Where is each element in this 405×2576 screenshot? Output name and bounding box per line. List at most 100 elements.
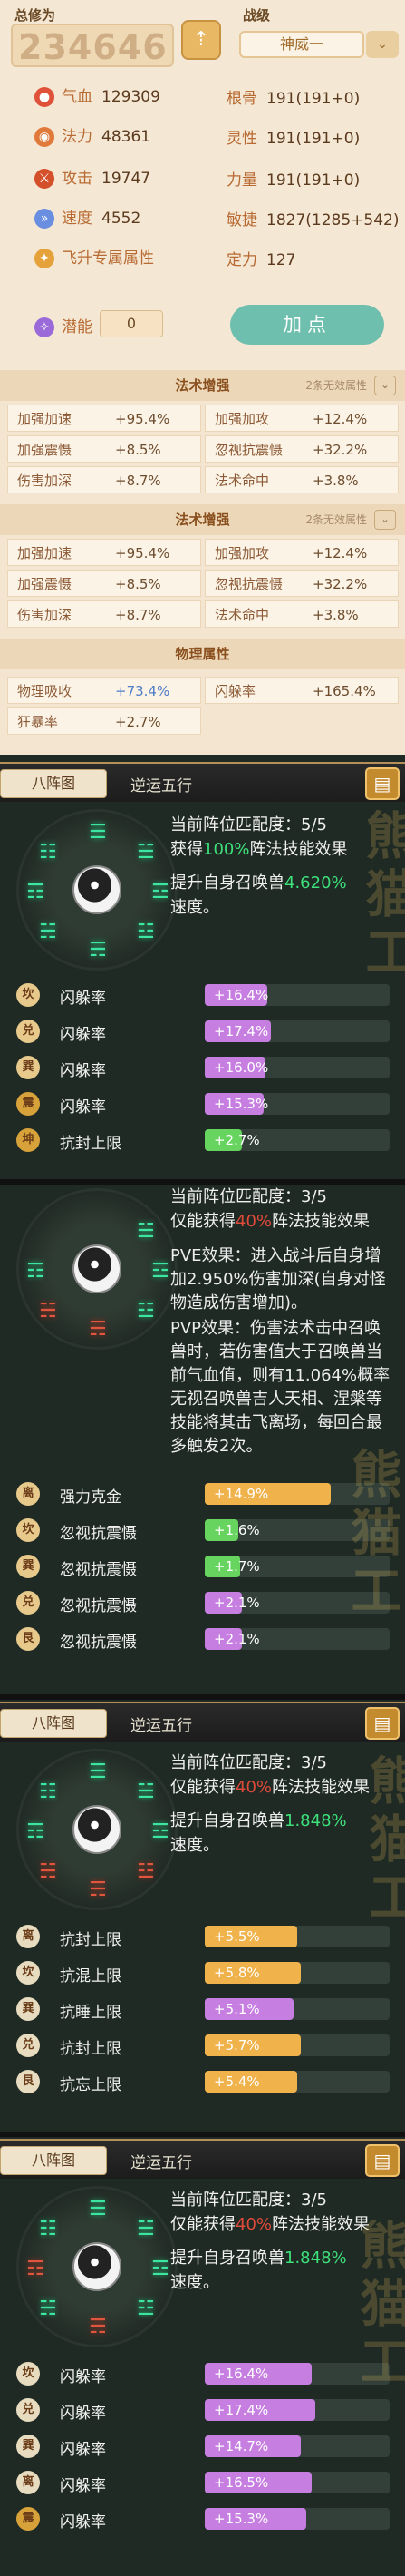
stat-speed: » 速度 4552 — [34, 205, 140, 229]
page: 总修为 234646 ⇡ 战级 神威一 ⌄ ● 气血 129309 根骨 191(19… — [0, 0, 405, 2576]
trigram-icon: ☲ — [151, 1260, 169, 1283]
progress-fill: +5.7% — [205, 2034, 302, 2056]
attribute-label: 强力克金 — [60, 1488, 121, 1507]
cell-key: 加强加速 — [17, 545, 72, 561]
trigram-badge: 艮 — [16, 2070, 40, 2093]
chevron-down-icon[interactable]: ⌄ — [366, 31, 399, 58]
attribute-label: 抗混上限 — [60, 1967, 121, 1986]
formation-section-2: ☱ ☲ ☳ ☴ ☵ ☶ 当前阵位匹配度：3/5 仅能获得40%阵法技能效果 PV… — [0, 1185, 405, 1694]
table-header: 物理属性 — [0, 639, 405, 669]
trigram-badge: 巽 — [16, 1555, 40, 1578]
cell-key: 物理吸收 — [17, 683, 72, 699]
arrow-up-icon[interactable]: ⇡ — [181, 20, 221, 60]
progress-bar: +17.4% — [205, 2399, 390, 2421]
formation-dial: ☰ ☱ ☲ ☳ ☴ ☵ ☶ ☷ — [16, 809, 178, 971]
table-header: 法术增强 2条无效属性 ⌄ — [0, 504, 405, 535]
attribute-label: 闪躲率 — [60, 1098, 106, 1117]
progress-bar: +17.4% — [205, 1020, 390, 1042]
book-icon[interactable]: ▤ — [365, 1707, 400, 1740]
cell-key: 狂暴率 — [17, 714, 59, 730]
tab-eight-array[interactable]: 八阵图 — [0, 769, 107, 798]
spell-table-2: 法术增强 2条无效属性 ⌄ 加强加速 +95.4% 加强加攻 +12.4% 加强震慑 +8… — [0, 504, 405, 639]
cell-value: +73.4% — [115, 683, 170, 699]
stat-blood: ● 气血 129309 — [34, 83, 160, 107]
trigram-icon: ☶ — [26, 1260, 44, 1283]
progress-bar: +16.4% — [205, 984, 390, 1006]
tab-eight-array[interactable]: 八阵图 — [0, 2146, 107, 2175]
table-header: 法术增强 2条无效属性 ⌄ — [0, 370, 405, 401]
progress-bar: +5.8% — [205, 1962, 390, 1984]
attribute-label: 忽视抗震慑 — [60, 1561, 137, 1579]
physical-table: 物理属性 物理吸收 +73.4% 闪躲率 +165.4% 狂暴率 +2.7% — [0, 639, 405, 755]
chevron-down-icon[interactable]: ⌄ — [374, 376, 396, 395]
list-item: 兑 抗封上限 +5.7% — [16, 2032, 397, 2059]
cell-key: 法术命中 — [215, 473, 270, 489]
progress-fill: +14.7% — [205, 2435, 302, 2457]
cell-key: 忽视抗震慑 — [215, 576, 284, 592]
cell-value: +3.8% — [313, 473, 359, 489]
book-icon[interactable]: ▤ — [365, 767, 400, 800]
progress-fill: +2.1% — [205, 1592, 260, 1614]
cell-value: +2.7% — [115, 714, 161, 730]
progress-fill: +15.3% — [205, 1093, 268, 1115]
attack-icon: ⚔ — [34, 169, 54, 189]
blood-icon: ● — [34, 87, 54, 107]
trigram-badge: 坎 — [16, 983, 40, 1007]
speed-icon: » — [34, 209, 54, 229]
cell-key: 忽视抗震慑 — [215, 442, 284, 458]
formation-info: 当前阵位匹配度：3/5 仅能获得40%阵法技能效果 提升自身召唤兽1.848% … — [170, 2191, 371, 2292]
progress-fill: +17.4% — [205, 1020, 272, 1042]
attribute-label: 抗忘上限 — [60, 2076, 121, 2094]
trigram-icon: ☶ — [26, 1820, 44, 1843]
cell-key: 伤害加深 — [17, 607, 72, 623]
stat-mana: ◉ 法力 48361 — [34, 123, 150, 147]
section-title: 逆运五行 — [130, 2154, 192, 2172]
stat-attack: ⚔ 攻击 19747 — [34, 165, 150, 189]
chevron-down-icon[interactable]: ⌄ — [374, 510, 396, 530]
progress-fill: +2.1% — [205, 1628, 260, 1650]
trigram-badge: 坎 — [16, 2362, 40, 2386]
table-cell: 加强加攻 +12.4% — [205, 405, 399, 432]
progress-bar: +14.7% — [205, 2435, 390, 2457]
attribute-label: 闪躲率 — [60, 2513, 106, 2532]
trigram-badge: 坎 — [16, 1518, 40, 1542]
battle-grade-select[interactable]: 神威一 — [239, 31, 364, 58]
trigram-badge: 坤 — [16, 1128, 40, 1152]
attribute-label: 闪躲率 — [60, 1062, 106, 1080]
tab-eight-array[interactable]: 八阵图 — [0, 1709, 107, 1738]
cell-key: 加强震慑 — [17, 576, 72, 592]
progress-fill: +17.4% — [205, 2399, 316, 2421]
potential-value: 0 — [100, 310, 163, 337]
list-item: 巽 闪躲率 +14.7% — [16, 2433, 397, 2460]
trigram-icon: ☰ — [89, 2198, 107, 2220]
progress-fill: +16.5% — [205, 2472, 313, 2493]
watermark: 熊猫工 — [352, 2219, 405, 2393]
trigram-badge: 震 — [16, 1092, 40, 1116]
trigram-icon: ☱ — [137, 841, 155, 864]
list-item: 巽 抗睡上限 +5.1% — [16, 1995, 397, 2023]
table-cell: 加强震慑 +8.5% — [7, 435, 201, 463]
add-points-button[interactable]: 加点 — [230, 305, 384, 345]
mana-icon: ◉ — [34, 127, 54, 147]
trigram-icon: ☵ — [39, 1860, 57, 1883]
trigram-icon: ☷ — [39, 1781, 57, 1803]
trigram-badge: 坎 — [16, 1961, 40, 1985]
trigram-badge: 巽 — [16, 1997, 40, 2021]
progress-bar: +16.0% — [205, 1057, 390, 1078]
cell-value: +12.4% — [313, 411, 368, 427]
cell-key: 伤害加深 — [17, 473, 72, 489]
stat-spirit: 灵性 191(191+0) — [227, 130, 361, 148]
fly-icon: ✦ — [34, 249, 54, 268]
stat-fly: ✦ 飞升专属属性 — [34, 245, 154, 268]
list-item: 巽 闪躲率 +16.0% — [16, 1054, 397, 1081]
attribute-label: 闪躲率 — [60, 2477, 106, 2495]
table-cell: 物理吸收 +73.4% — [7, 677, 201, 704]
attribute-label: 闪躲率 — [60, 1026, 106, 1044]
cell-value: +32.2% — [313, 442, 368, 458]
formation-info: 当前阵位匹配度：3/5 仅能获得40%阵法技能效果 — [170, 1187, 371, 1231]
attribute-label: 抗封上限 — [60, 1931, 121, 1949]
trigram-icon: ☶ — [26, 2258, 44, 2280]
book-icon[interactable]: ▤ — [365, 2144, 400, 2177]
pvp-effect-text: PVP效果：伤害法术击中召唤兽时，若伤害值大于召唤兽当前气血值，则有11.064… — [170, 1319, 391, 1456]
trigram-icon: ☵ — [39, 2298, 57, 2320]
